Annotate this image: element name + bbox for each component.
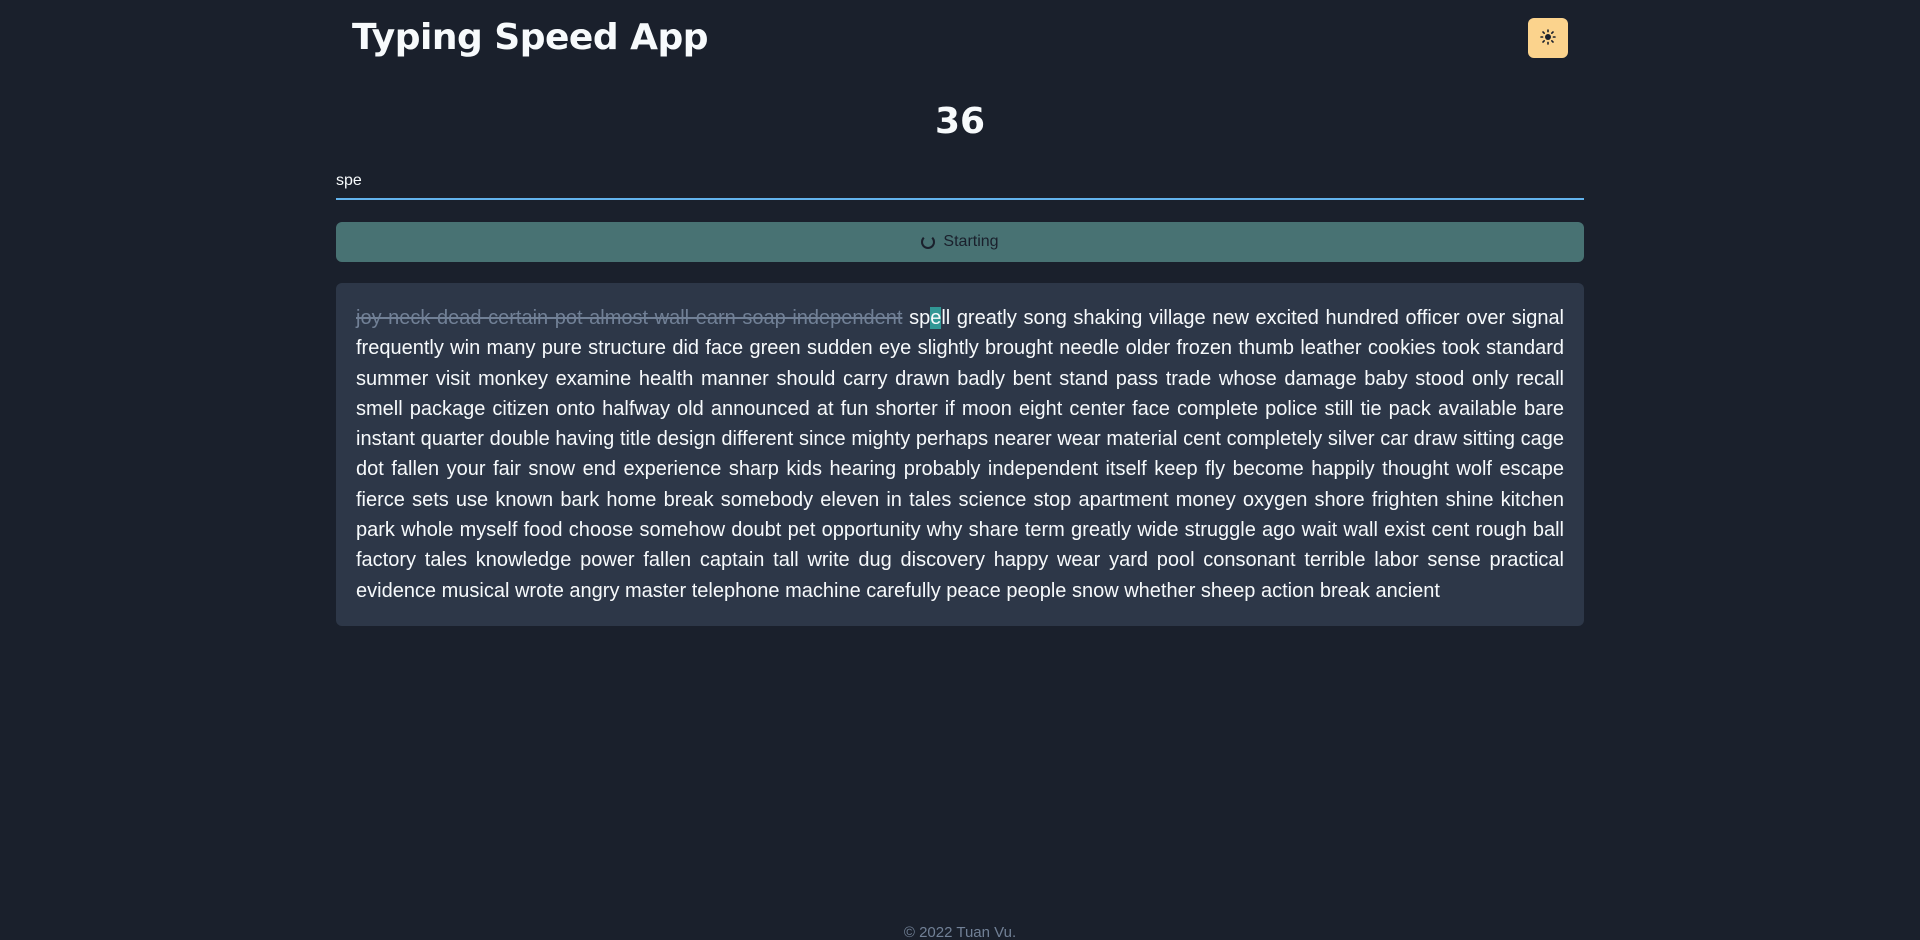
sun-icon [1540, 28, 1556, 48]
typing-input[interactable] [336, 164, 1584, 200]
current-word: spell [909, 307, 950, 329]
main-container: Typing Speed App 36 spe Starting joy nec… [336, 0, 1584, 626]
start-button[interactable]: Starting [336, 222, 1584, 262]
spinner-icon [921, 235, 936, 249]
cursor-char: e [930, 307, 942, 329]
app-title: Typing Speed App [352, 17, 709, 58]
start-button-label: Starting [943, 233, 999, 250]
footer-copyright: © 2022 Tuan Vu. [903, 924, 1017, 940]
page: Typing Speed App 36 spe Starting joy nec… [0, 0, 1920, 940]
header: Typing Speed App [336, 0, 1584, 78]
remaining-words: greatly song shaking village new excited… [356, 307, 1565, 602]
words-panel: joy neck dead certain pot almost wall ea… [336, 283, 1584, 626]
typed-words: joy neck dead certain pot almost wall ea… [356, 307, 903, 329]
current-word-rest: ll [941, 307, 951, 329]
theme-toggle-button[interactable] [1528, 18, 1568, 58]
current-word-typed: sp [909, 307, 931, 329]
timer-countdown: 36 [934, 101, 986, 142]
